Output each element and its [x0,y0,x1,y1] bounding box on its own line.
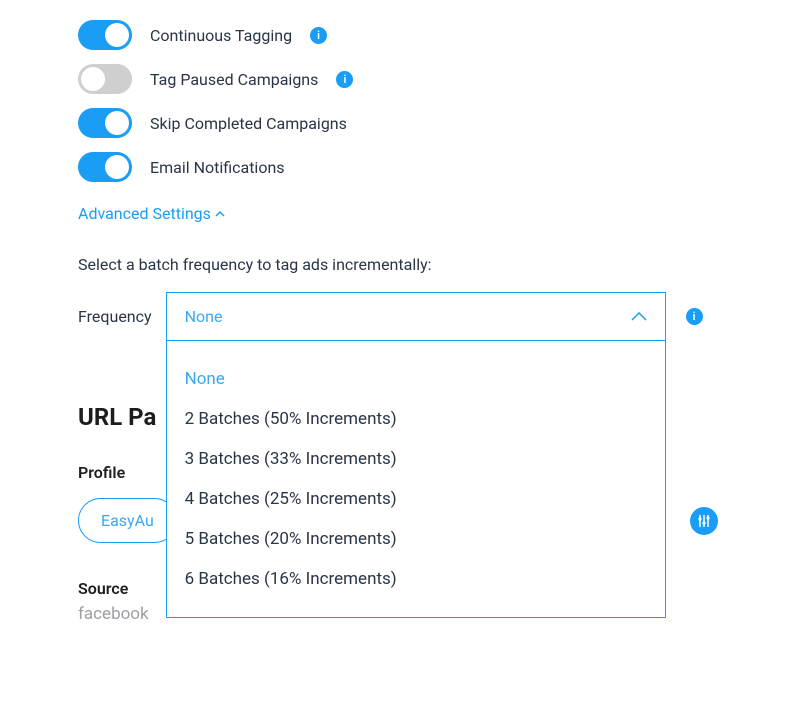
frequency-option[interactable]: 3 Batches (33% Increments) [167,439,665,479]
continuous-tagging-toggle[interactable] [78,20,132,50]
frequency-label: Frequency [78,307,152,326]
profile-select[interactable]: EasyAu [78,498,177,543]
skip-completed-label: Skip Completed Campaigns [150,114,347,133]
frequency-select[interactable]: None [166,292,666,341]
continuous-tagging-label: Continuous Tagging [150,26,292,45]
frequency-selected-value: None [185,307,223,326]
tag-paused-toggle[interactable] [78,64,132,94]
frequency-dropdown: None 2 Batches (50% Increments) 3 Batche… [166,341,666,618]
frequency-option[interactable]: 4 Batches (25% Increments) [167,479,665,519]
email-notifications-toggle[interactable] [78,152,132,182]
sliders-icon[interactable] [690,507,718,535]
frequency-option[interactable]: 5 Batches (20% Increments) [167,519,665,559]
tag-paused-label: Tag Paused Campaigns [150,70,318,89]
profile-value: EasyAu [101,511,154,530]
frequency-option[interactable]: 2 Batches (50% Increments) [167,399,665,439]
info-icon[interactable]: i [686,308,703,325]
caret-up-icon [215,209,225,219]
info-icon[interactable]: i [310,27,327,44]
batch-prompt: Select a batch frequency to tag ads incr… [78,255,718,274]
frequency-option[interactable]: None [167,359,665,399]
frequency-option[interactable]: 6 Batches (16% Increments) [167,559,665,599]
email-notifications-label: Email Notifications [150,158,285,177]
chevron-up-icon [631,312,647,322]
advanced-settings-link[interactable]: Advanced Settings [78,204,225,223]
skip-completed-toggle[interactable] [78,108,132,138]
info-icon[interactable]: i [336,71,353,88]
advanced-settings-text: Advanced Settings [78,204,211,223]
